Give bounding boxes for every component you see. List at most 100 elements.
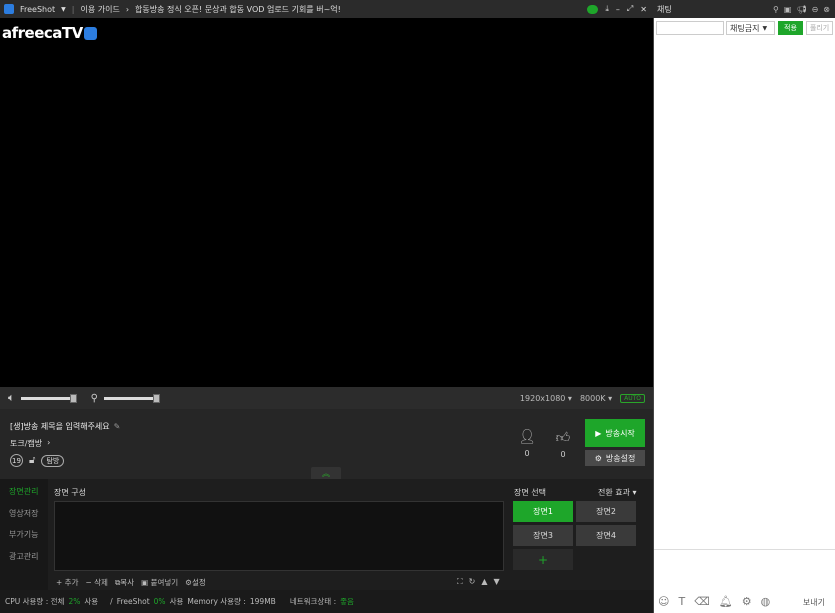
like-stat: 👍︎ 0	[553, 429, 573, 459]
lock-icon[interactable]: 🔓︎	[29, 455, 35, 466]
resolution-select[interactable]: 1920x1080 ▾	[520, 394, 572, 403]
gift-icon[interactable]: ▣	[784, 5, 792, 14]
scene-source-list[interactable]	[54, 501, 504, 571]
volume-control-bar: 🔈︎ ⚲ 1920x1080 ▾ 8000K ▾ AUTO	[0, 387, 653, 409]
slider-knob[interactable]	[152, 393, 160, 403]
scene-3-button[interactable]: 장면3	[513, 525, 573, 546]
viewer-count: 0	[524, 449, 530, 458]
chevron-right-icon: ›	[47, 438, 51, 447]
scene-4-button[interactable]: 장면4	[576, 525, 636, 546]
move-down-icon[interactable]: ▼	[493, 577, 499, 587]
memory-value: 199MB	[249, 597, 276, 606]
mic-volume-slider[interactable]	[103, 393, 160, 403]
speaker-volume-slider[interactable]	[20, 393, 77, 403]
dropdown-icon[interactable]: ▼	[61, 6, 66, 13]
divider: |	[71, 4, 75, 14]
add-scene-button[interactable]: +	[513, 549, 573, 570]
emoji-icon[interactable]: ☺	[658, 595, 669, 608]
app-name[interactable]: FreeShot	[20, 5, 55, 14]
window-controls: ⤓ – ⤢ ✕	[587, 4, 653, 14]
globe-icon[interactable]: ◍	[761, 595, 771, 608]
move-up-icon[interactable]: ▲	[481, 577, 487, 587]
transition-select[interactable]: 전환 효과 ▾	[598, 487, 637, 498]
minus-icon[interactable]: ⊖	[812, 5, 819, 14]
guide-link[interactable]: 이용 가이드	[80, 4, 119, 15]
fullscreen-icon[interactable]: ⛶	[457, 577, 463, 587]
chat-ban-user-input[interactable]	[656, 21, 724, 35]
status-bar: CPU 사용량 : 전체 2% 사용 / FreeShot 0% 사용 Memo…	[0, 590, 653, 613]
maximize-icon[interactable]: ⤢	[627, 4, 633, 14]
tab-scene-management[interactable]: 장면관리	[9, 486, 38, 497]
add-button[interactable]: + 추가	[56, 577, 78, 588]
side-tabs: 장면관리 영상저장 부가기능 광고관리	[0, 479, 48, 590]
close-icon[interactable]: ✕	[640, 5, 647, 14]
minimize-icon[interactable]: –	[616, 5, 620, 14]
like-count: 0	[560, 450, 566, 459]
download-icon[interactable]: ⤓	[605, 4, 609, 14]
cpu-label: CPU 사용량 : 전체	[5, 597, 65, 606]
auto-badge[interactable]: AUTO	[620, 393, 645, 403]
paste-button[interactable]: ▣ 붙여넣기	[141, 577, 178, 588]
broadcast-options: 19 🔓︎ 탐방	[10, 454, 65, 467]
user-icon: 👤︎	[518, 429, 536, 445]
chat-bubble-icon[interactable]	[587, 4, 599, 14]
copy-button[interactable]: ⧉복사	[115, 577, 134, 588]
refresh-icon[interactable]: ↻	[469, 577, 476, 587]
tab-video-save[interactable]: 영상저장	[9, 508, 38, 519]
start-broadcast-button[interactable]: ▶ 방송시작	[585, 419, 645, 447]
scene-2-button[interactable]: 장면2	[576, 501, 636, 522]
speaker-icon[interactable]: 🔈︎	[8, 391, 15, 405]
gear-icon[interactable]: ⚙	[742, 595, 752, 608]
compose-label: 장면 구성	[54, 488, 86, 497]
eraser-icon[interactable]: ⌫	[694, 595, 710, 608]
gear-icon: ⚙	[185, 578, 192, 587]
use-label: 사용	[84, 597, 99, 606]
chat-input-area[interactable]: ☺ T ⌫ 🔔︎ ⚙ ◍ 보내기	[654, 549, 835, 613]
dropdown-icon: ▼	[762, 24, 768, 32]
delete-button[interactable]: − 삭제	[85, 577, 107, 588]
settings-label: 방송설정	[605, 453, 636, 463]
chat-ban-select[interactable]: 채팅금지 ▼	[726, 21, 775, 35]
pencil-icon[interactable]: ✎	[114, 422, 121, 431]
tv-icon	[83, 27, 97, 40]
title-bar: FreeShot ▼ | 이용 가이드 › 합동방송 정식 오픈! 문상과 합동…	[0, 0, 653, 18]
tag-chip[interactable]: 탐방	[41, 454, 65, 467]
collapse-toggle[interactable]: ︽	[311, 467, 341, 479]
chevron-up-icon: ︽	[322, 468, 330, 478]
broadcast-title[interactable]: [생]방송 제목을 입력해주세요	[10, 421, 110, 432]
settings-button[interactable]: ⚙설정	[185, 577, 206, 588]
scene-actions: + 추가 − 삭제 ⧉복사 ▣ 붙여넣기 ⚙설정	[56, 577, 206, 588]
tab-ads[interactable]: 광고관리	[9, 551, 38, 562]
memory-label: Memory 사용량 :	[187, 597, 246, 606]
category-label: 토크/캠방	[10, 439, 43, 448]
user-search-icon[interactable]: ⚲	[773, 5, 779, 14]
network-label: 네트워크상태 :	[289, 597, 337, 606]
notice-text[interactable]: 합동방송 정식 오픈! 문상과 합동 VOD 업로드 기회를 버~억!	[135, 4, 341, 15]
broadcast-settings-button[interactable]: ⚙ 방송설정	[585, 450, 645, 466]
title-field[interactable]: [생]방송 제목을 입력해주세요 ✎	[10, 421, 120, 432]
freeshot-window: FreeShot ▼ | 이용 가이드 › 합동방송 정식 오픈! 문상과 합동…	[0, 0, 835, 613]
microphone-icon[interactable]: ⚲	[91, 393, 98, 404]
chat-header: 채팅 ⚲ ▣ 📢︎ ⊖ ⊗	[653, 0, 835, 18]
bell-icon[interactable]: 🔔︎	[719, 595, 733, 608]
close-icon[interactable]: ⊗	[823, 5, 830, 14]
video-preview[interactable]	[0, 18, 653, 387]
tab-extra-features[interactable]: 부가기능	[9, 529, 38, 540]
gear-icon: ⚙	[594, 453, 602, 463]
start-label: 방송시작	[605, 428, 635, 438]
viewer-stat: 👤︎ 0	[517, 429, 537, 458]
freeshot-label: FreeShot	[116, 597, 150, 606]
chat-title: 채팅	[657, 4, 672, 14]
age-limit-badge[interactable]: 19	[10, 454, 23, 467]
bitrate-select[interactable]: 8000K ▾	[580, 394, 612, 403]
text-style-icon[interactable]: T	[678, 595, 685, 608]
chat-release-button[interactable]: 풀리기	[806, 21, 833, 35]
scene-1-button[interactable]: 장면1	[513, 501, 573, 522]
chat-apply-button[interactable]: 적용	[778, 21, 803, 35]
megaphone-icon[interactable]: 📢︎	[796, 5, 806, 14]
send-button[interactable]: 보내기	[803, 597, 825, 608]
slider-knob[interactable]	[69, 393, 77, 403]
chat-header-icons: ⚲ ▣ 📢︎ ⊖ ⊗	[773, 5, 835, 14]
network-value: 좋음	[340, 597, 354, 606]
category-select[interactable]: 토크/캠방 ›	[10, 438, 50, 449]
